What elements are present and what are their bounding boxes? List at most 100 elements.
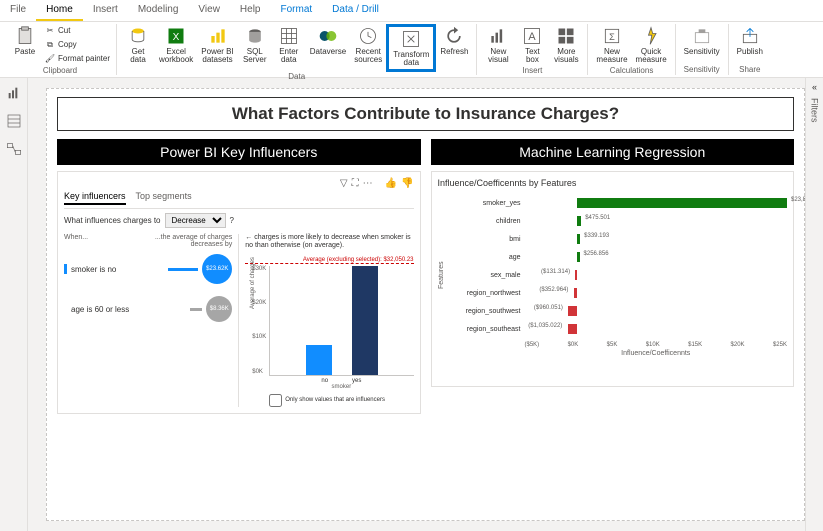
right-heading: Machine Learning Regression (431, 139, 795, 165)
filters-label: Filters (810, 98, 820, 123)
reg-chart-title: Influence/Coefficennts by Features (438, 178, 788, 188)
text-box-icon: A (522, 26, 542, 46)
reg-bar-row: region_northwest($352.964) (445, 284, 788, 302)
report-canvas[interactable]: What Factors Contribute to Insurance Cha… (46, 88, 805, 521)
reg-x-axis-label: Influence/Coefficennts (525, 350, 788, 357)
ki-only-influencers-checkbox[interactable]: Only show values that are influencers (269, 394, 413, 407)
copy-button[interactable]: ⧉Copy (42, 38, 112, 52)
group-share: Publish Share (729, 24, 771, 75)
tab-format[interactable]: Format (271, 0, 323, 21)
ki-tab-segments[interactable]: Top segments (136, 191, 192, 205)
cut-button[interactable]: ✂Cut (42, 24, 112, 38)
more-visuals-button[interactable]: More visuals (549, 24, 583, 66)
report-title: What Factors Contribute to Insurance Cha… (57, 97, 794, 131)
enter-data-button[interactable]: Enter data (272, 24, 306, 66)
group-label-insert: Insert (481, 66, 583, 76)
group-label-sensitivity: Sensitivity (680, 65, 724, 75)
enter-data-icon (279, 26, 299, 46)
dataverse-button[interactable]: Dataverse (306, 24, 350, 58)
get-data-button[interactable]: Get data (121, 24, 155, 66)
data-view-button[interactable] (5, 112, 23, 130)
focus-mode-icon[interactable]: ⛶ (352, 178, 359, 189)
ki-tab-influencers[interactable]: Key influencers (64, 191, 126, 205)
thumbs-up-icon[interactable]: 👍 (385, 178, 397, 189)
reg-bars: smoker_yes$23,848.535children$475.501bmi… (445, 194, 788, 357)
recent-sources-button[interactable]: Recent sources (350, 24, 386, 66)
cut-icon: ✂ (44, 25, 56, 37)
tab-insert[interactable]: Insert (83, 0, 128, 21)
sql-server-button[interactable]: SQL Server (238, 24, 272, 66)
reg-bar-row: region_southeast($1,035.022) (445, 320, 788, 338)
report-view-button[interactable] (5, 84, 23, 102)
ki-value-bubble: $8.36K (206, 296, 232, 322)
transform-data-icon (401, 29, 421, 49)
excel-icon: X (166, 26, 186, 46)
ki-direction-select[interactable]: Decrease (165, 213, 226, 228)
recent-icon (358, 26, 378, 46)
regression-visual[interactable]: Influence/Coefficennts by Features Featu… (431, 171, 795, 387)
refresh-button[interactable]: Refresh (436, 24, 472, 58)
group-label-share: Share (733, 65, 767, 75)
new-visual-icon (488, 26, 508, 46)
new-visual-button[interactable]: New visual (481, 24, 515, 66)
ki-question-label: What influences charges to (64, 216, 161, 225)
text-box-button[interactable]: AText box (515, 24, 549, 66)
reg-bar-row: children$475.501 (445, 212, 788, 230)
tab-modeling[interactable]: Modeling (128, 0, 189, 21)
paste-label: Paste (15, 48, 35, 56)
ki-help-icon[interactable]: ? (230, 216, 234, 225)
publish-button[interactable]: Publish (733, 24, 767, 58)
ribbon-tabs: File Home Insert Modeling View Help Form… (0, 0, 823, 22)
group-label-calculations: Calculations (592, 66, 670, 76)
group-data: Get data XExcel workbook Power BI datase… (117, 24, 477, 75)
ki-factor-row[interactable]: smoker is no $23.62K (64, 254, 232, 284)
tab-help[interactable]: Help (230, 0, 271, 21)
reg-bar-row: bmi$339.193 (445, 230, 788, 248)
more-options-icon[interactable]: ⋯ (363, 178, 373, 189)
transform-data-button[interactable]: Transform data (386, 24, 436, 72)
group-calculations: ΣNew measure Quick measure Calculations (588, 24, 675, 75)
key-influencers-visual[interactable]: ▽ ⛶ ⋯ 👍 👎 Key influencers Top segments (57, 171, 421, 414)
svg-text:A: A (529, 31, 537, 43)
ki-value-bubble: $23.62K (202, 254, 232, 284)
left-heading: Power BI Key Influencers (57, 139, 421, 165)
sensitivity-icon (692, 26, 712, 46)
tab-file[interactable]: File (0, 0, 36, 21)
reg-bar-row: sex_male($131.314) (445, 266, 788, 284)
new-measure-icon: Σ (602, 26, 622, 46)
ki-average-line-label: Average (excluding selected): $32,050.23 (245, 257, 413, 264)
reg-y-axis-label: Features (438, 194, 445, 357)
svg-text:Σ: Σ (609, 32, 615, 42)
copy-icon: ⧉ (44, 39, 56, 51)
view-rail (0, 78, 28, 531)
tab-data-drill[interactable]: Data / Drill (322, 0, 389, 21)
model-view-button[interactable] (5, 140, 23, 158)
reg-bar-row: smoker_yes$23,848.535 (445, 194, 788, 212)
ribbon: Paste ✂Cut ⧉Copy 🖌Format painter Clipboa… (0, 22, 823, 78)
quick-measure-button[interactable]: Quick measure (632, 24, 671, 66)
dataverse-icon (318, 26, 338, 46)
filters-pane-collapsed[interactable]: « Filters (805, 78, 823, 531)
paste-icon (15, 26, 35, 46)
refresh-icon (444, 26, 464, 46)
chevron-left-icon[interactable]: « (812, 82, 817, 92)
sql-icon (245, 26, 265, 46)
reg-bar-row: region_southwest($960.051) (445, 302, 788, 320)
reg-bar-row: age$256.856 (445, 248, 788, 266)
format-painter-button[interactable]: 🖌Format painter (42, 52, 112, 66)
paste-button[interactable]: Paste (8, 24, 42, 58)
publish-icon (740, 26, 760, 46)
group-label-clipboard: Clipboard (8, 66, 112, 76)
group-insert: New visual AText box More visuals Insert (477, 24, 588, 75)
excel-workbook-button[interactable]: XExcel workbook (155, 24, 197, 66)
tab-view[interactable]: View (188, 0, 230, 21)
new-measure-button[interactable]: ΣNew measure (592, 24, 631, 66)
pbi-datasets-icon (208, 26, 228, 46)
filter-icon[interactable]: ▽ (340, 178, 348, 189)
tab-home[interactable]: Home (36, 0, 83, 21)
ki-factor-row[interactable]: age is 60 or less $8.36K (64, 296, 232, 322)
sensitivity-button[interactable]: Sensitivity (680, 24, 724, 58)
thumbs-down-icon[interactable]: 👎 (401, 178, 413, 189)
pbi-datasets-button[interactable]: Power BI datasets (197, 24, 237, 66)
quick-measure-icon (641, 26, 661, 46)
